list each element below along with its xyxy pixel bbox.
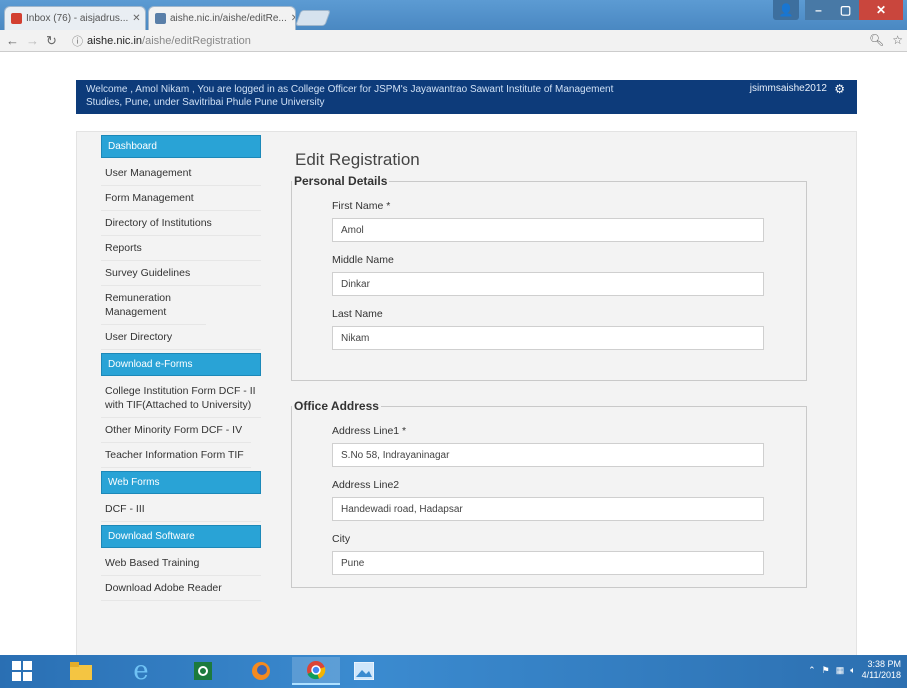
browser-chrome: Inbox (76) - aisjadrus... ✕ aishe.nic.in… (0, 0, 907, 52)
window-controls: 👤 – ▢ ✕ (773, 0, 903, 20)
gmail-icon (11, 13, 22, 24)
last-name-label: Last Name (332, 308, 383, 320)
windows-taskbar: e ⌃ ⚑ ▦ 🔈︎ 3:38 PM 4/11/2018 (0, 655, 907, 688)
sidebar-item-reports[interactable]: Reports (101, 236, 261, 261)
url-host: aishe.nic.in (87, 35, 143, 47)
sidebar-header-dashboard[interactable]: Dashboard (101, 135, 261, 158)
city-input[interactable]: Pune (332, 551, 764, 575)
address-line2-input[interactable]: Handewadi road, Hadapsar (332, 497, 764, 521)
tab-gmail[interactable]: Inbox (76) - aisjadrus... ✕ (4, 6, 146, 30)
city-label: City (332, 533, 351, 545)
forward-icon[interactable]: → (26, 33, 39, 48)
first-name-label: First Name * (332, 200, 391, 212)
welcome-text: Welcome , Amol Nikam , You are logged in… (86, 84, 614, 108)
browser-toolbar: ← → ↻ ⓘ aishe.nic.in /aishe/editRegistra… (0, 30, 907, 52)
sidebar-item-user-management[interactable]: User Management (101, 161, 261, 186)
profile-icon[interactable]: 👤 (773, 0, 799, 20)
close-window-button[interactable]: ✕ (859, 0, 903, 20)
sidebar-item-user-directory[interactable]: User Directory (101, 325, 261, 350)
clock-date: 4/11/2018 (861, 670, 901, 680)
main-content: Edit Registration Personal Details First… (291, 150, 815, 606)
start-button[interactable] (2, 657, 42, 685)
sidebar-item-teacher-form[interactable]: Teacher Information Form TIF (101, 443, 251, 468)
firefox-icon[interactable] (244, 657, 278, 685)
tab-strip: Inbox (76) - aisjadrus... ✕ aishe.nic.in… (0, 0, 907, 30)
section-legend: Office Address (294, 399, 379, 413)
username[interactable]: jsimmsaishe2012 (750, 83, 827, 94)
first-name-input[interactable]: Amol (332, 218, 764, 242)
toolbar-icons: 🔍︎ ☆ (869, 33, 903, 47)
sidebar-item-survey-guidelines[interactable]: Survey Guidelines (101, 261, 261, 286)
system-tray: ⌃ ⚑ ▦ 🔈︎ 3:38 PM 4/11/2018 (808, 659, 901, 681)
network-icon[interactable]: ▦ (836, 665, 845, 676)
minimize-button[interactable]: – (805, 0, 832, 20)
sidebar-item-remuneration[interactable]: Remuneration Management (101, 286, 206, 325)
personal-details-section: Personal Details First Name * Amol Middl… (291, 174, 807, 381)
page-icon (155, 13, 166, 24)
middle-name-input[interactable]: Dinkar (332, 272, 764, 296)
sidebar-header-download-software[interactable]: Download Software (101, 525, 261, 548)
new-tab-button[interactable] (295, 10, 331, 26)
sidebar-item-college-form[interactable]: College Institution Form DCF - II with T… (101, 379, 261, 418)
maximize-button[interactable]: ▢ (832, 0, 859, 20)
sidebar-item-form-management[interactable]: Form Management (101, 186, 261, 211)
address-bar[interactable]: ⓘ aishe.nic.in /aishe/editRegistration (72, 32, 867, 50)
flag-icon[interactable]: ⚑ (822, 665, 830, 676)
back-icon[interactable]: ← (6, 33, 19, 48)
sidebar-item-dcf3[interactable]: DCF - III (101, 497, 261, 522)
address-line1-input[interactable]: S.No 58, Indrayaninagar (332, 443, 764, 467)
close-icon[interactable]: ✕ (128, 13, 140, 24)
sidebar-item-web-training[interactable]: Web Based Training (101, 551, 261, 576)
page-title: Edit Registration (295, 150, 420, 169)
windows-logo-icon (12, 661, 32, 681)
tab-aishe[interactable]: aishe.nic.in/aishe/editRe... ✕ (148, 6, 296, 30)
chevron-up-icon[interactable]: ⌃ (808, 665, 816, 676)
gear-icon[interactable]: ⚙ (834, 82, 845, 96)
zoom-icon[interactable]: 🔍︎ (869, 33, 884, 47)
address-line1-label: Address Line1 * (332, 425, 407, 437)
sidebar: Dashboard User Management Form Managemen… (101, 132, 261, 601)
last-name-input[interactable]: Nikam (332, 326, 764, 350)
sidebar-header-web-forms[interactable]: Web Forms (101, 471, 261, 494)
close-icon[interactable]: ✕ (287, 13, 295, 24)
sidebar-item-minority-form[interactable]: Other Minority Form DCF - IV (101, 418, 251, 443)
info-icon: ⓘ (72, 36, 83, 48)
tab-title: Inbox (76) - aisjadrus... (26, 13, 129, 24)
file-explorer-icon[interactable] (64, 657, 98, 685)
middle-name-label: Middle Name (332, 254, 394, 266)
volume-icon[interactable]: 🔈︎ (850, 665, 855, 676)
photos-app-icon[interactable] (344, 657, 384, 685)
welcome-bar: Welcome , Amol Nikam , You are logged in… (76, 80, 857, 114)
clock-time: 3:38 PM (867, 659, 901, 669)
tab-title: aishe.nic.in/aishe/editRe... (170, 13, 287, 24)
outlook-icon[interactable] (186, 657, 220, 685)
sidebar-item-directory[interactable]: Directory of Institutions (101, 211, 261, 236)
bookmark-star-icon[interactable]: ☆ (892, 33, 903, 47)
url-path: /aishe/editRegistration (142, 35, 251, 47)
content-area: Dashboard User Management Form Managemen… (76, 131, 857, 655)
clock[interactable]: 3:38 PM 4/11/2018 (862, 659, 901, 681)
web-page: Welcome , Amol Nikam , You are logged in… (0, 52, 907, 655)
section-legend: Personal Details (294, 174, 388, 188)
chrome-icon[interactable] (292, 657, 340, 685)
reload-icon[interactable]: ↻ (46, 33, 57, 49)
sidebar-header-download-forms[interactable]: Download e-Forms (101, 353, 261, 376)
internet-explorer-icon[interactable]: e (124, 656, 158, 686)
office-address-section: Office Address Address Line1 * S.No 58, … (291, 399, 807, 588)
sidebar-item-adobe-reader[interactable]: Download Adobe Reader (101, 576, 261, 601)
address-line2-label: Address Line2 (332, 479, 400, 491)
